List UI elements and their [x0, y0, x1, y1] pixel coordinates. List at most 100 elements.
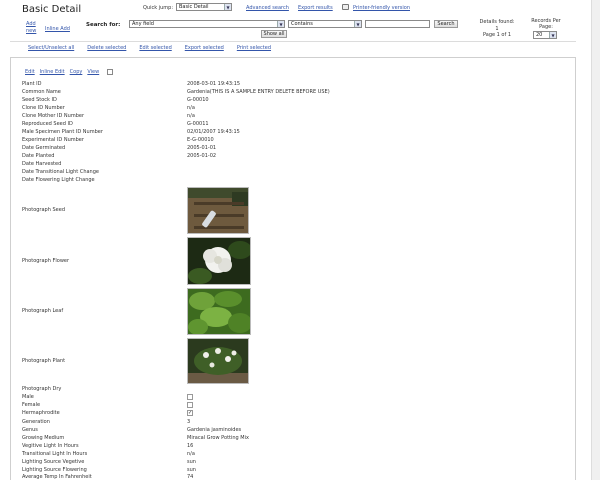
printer-icon[interactable]	[342, 4, 349, 10]
field-value: G-00010	[187, 97, 209, 103]
field-label: Photograph Plant	[22, 357, 66, 364]
field-row: Date Harvested	[22, 161, 542, 167]
records-per-page-select[interactable]: 20 ▼	[533, 31, 557, 39]
field-row: Plant ID 2008-03-01 19:43:15	[22, 81, 542, 87]
field-label: Reproduced Seed ID	[22, 121, 73, 127]
field-value: 74	[187, 474, 194, 480]
inline-edit-link[interactable]: Inline Edit	[40, 69, 65, 75]
quick-jump-label: Quick jump:	[143, 5, 174, 11]
hermaphrodite-checkbox[interactable]: ✓	[187, 410, 193, 416]
field-label: Growing Medium	[22, 435, 65, 441]
field-label: Clone Mother ID Number	[22, 113, 84, 119]
field-label: Vegitive Light In Hours	[22, 443, 79, 449]
checkbox-row: Hermaphrodite ✓	[22, 410, 542, 416]
add-new-link[interactable]: Add new	[26, 21, 38, 35]
field-row: Clone Mother ID Number n/a	[22, 113, 542, 119]
details-found: Details found: 1 Page 1 of 1	[476, 19, 518, 39]
field-value: n/a	[187, 105, 195, 111]
field-label: Photograph Dry	[22, 386, 62, 392]
field-value: 2005-01-02	[187, 153, 217, 159]
plant-photo-icon[interactable]	[187, 337, 249, 384]
field-label: Male	[22, 394, 34, 400]
export-results-link[interactable]: Export results	[298, 5, 333, 11]
field-row: Photograph Dry	[22, 386, 542, 392]
field-value: 16	[187, 443, 194, 449]
seed-photo-icon[interactable]	[187, 186, 249, 234]
field-label: Date Harvested	[22, 161, 62, 167]
field-value: Gardenia(THIS IS A SAMPLE ENTRY DELETE B…	[187, 89, 330, 95]
field-label: Lighting Source Vegetive	[22, 459, 85, 465]
printer-friendly-link[interactable]: Printer-friendly version	[353, 5, 410, 11]
field-row: Generation 3	[22, 419, 542, 425]
field-label: Photograph Flower	[22, 257, 70, 264]
chevron-down-icon: ▼	[549, 32, 556, 38]
details-found-label: Details found:	[479, 19, 515, 25]
checkbox-row: Male	[22, 394, 542, 400]
field-value: 2005-01-01	[187, 145, 217, 151]
print-selected-link[interactable]: Print selected	[237, 45, 271, 51]
delete-selected-link[interactable]: Delete selected	[87, 45, 126, 51]
chevron-down-icon: ▼	[224, 4, 231, 10]
scrollbar[interactable]	[591, 0, 600, 480]
search-button[interactable]: Search	[434, 20, 458, 28]
select-record-checkbox[interactable]	[107, 69, 114, 75]
page-title: Basic Detail	[22, 4, 82, 15]
search-operator-value: Contains	[291, 21, 313, 27]
field-label: Plant ID	[22, 81, 42, 87]
field-value: 3	[187, 419, 191, 425]
field-value: E-G-00010	[187, 137, 214, 143]
leaf-photo-icon[interactable]	[187, 287, 251, 335]
field-row: Common Name Gardenia(THIS IS A SAMPLE ENT…	[22, 89, 542, 95]
edit-selected-link[interactable]: Edit selected	[139, 45, 171, 51]
field-row: Lighting Source Flowering sun	[22, 467, 542, 473]
field-value: n/a	[187, 451, 195, 457]
search-operator-select[interactable]: Contains ▼	[288, 20, 362, 28]
field-value: Miracal Grow Potting Mix	[187, 435, 249, 441]
field-value: sun	[187, 467, 196, 473]
quick-jump-value: Basic Detail	[179, 4, 209, 10]
field-value: G-00011	[187, 121, 209, 127]
field-row: Clone ID Number n/a	[22, 105, 542, 111]
field-row: Growing Medium Miracal Grow Potting Mix	[22, 435, 542, 441]
view-link[interactable]: View	[87, 69, 99, 75]
field-row: Experimental ID Number E-G-00010	[22, 137, 542, 143]
flower-photo-icon[interactable]	[187, 236, 251, 285]
field-row: Transitional Light In Hours n/a	[22, 451, 542, 457]
field-row: Vegitive Light In Hours 16	[22, 443, 542, 449]
field-label: Average Temp In Fahrenheit	[22, 474, 92, 480]
male-checkbox[interactable]	[187, 394, 193, 400]
photo-row: Photograph Leaf	[22, 287, 542, 335]
photo-row: Photograph Seed	[22, 186, 542, 234]
select-all-link[interactable]: Select/Unselect all	[28, 45, 74, 51]
field-row: Date Germinated 2005-01-01	[22, 145, 542, 151]
field-label: Generation	[22, 419, 50, 425]
field-row: Reproduced Seed ID G-00011	[22, 121, 542, 127]
field-label: Genus	[22, 427, 38, 433]
checkbox-row: Female	[22, 402, 542, 408]
chevron-down-icon: ▼	[277, 21, 284, 27]
field-row: Date Transitional Light Change	[22, 169, 542, 175]
show-all-button[interactable]: Show all	[261, 30, 287, 38]
field-value: 2008-03-01 19:43:15	[187, 81, 241, 87]
search-input[interactable]	[365, 20, 430, 28]
divider	[10, 41, 576, 42]
field-label: Common Name	[22, 89, 61, 95]
field-value: 02/01/2007 19:43:15	[187, 129, 240, 135]
export-selected-link[interactable]: Export selected	[185, 45, 224, 51]
copy-link[interactable]: Copy	[70, 69, 83, 75]
field-value: Gardenia jasminoides	[187, 427, 242, 433]
quick-jump-select[interactable]: Basic Detail ▼	[176, 3, 232, 11]
field-label: Seed Stock ID	[22, 97, 57, 103]
field-label: Photograph Seed	[22, 207, 65, 213]
field-label: Date Flowering Light Change	[22, 177, 95, 183]
field-row: Seed Stock ID G-00010	[22, 97, 542, 103]
edit-link[interactable]: Edit	[25, 69, 35, 75]
field-label: Date Transitional Light Change	[22, 169, 99, 175]
advanced-search-link[interactable]: Advanced search	[246, 5, 289, 11]
female-checkbox[interactable]	[187, 402, 193, 408]
field-label: Date Germinated	[22, 145, 66, 151]
inline-add-link[interactable]: Inline Add	[45, 26, 70, 32]
photo-row: Photograph Flower	[22, 236, 542, 285]
field-label: Female	[22, 402, 41, 408]
search-field-select[interactable]: Any field ▼	[129, 20, 285, 28]
